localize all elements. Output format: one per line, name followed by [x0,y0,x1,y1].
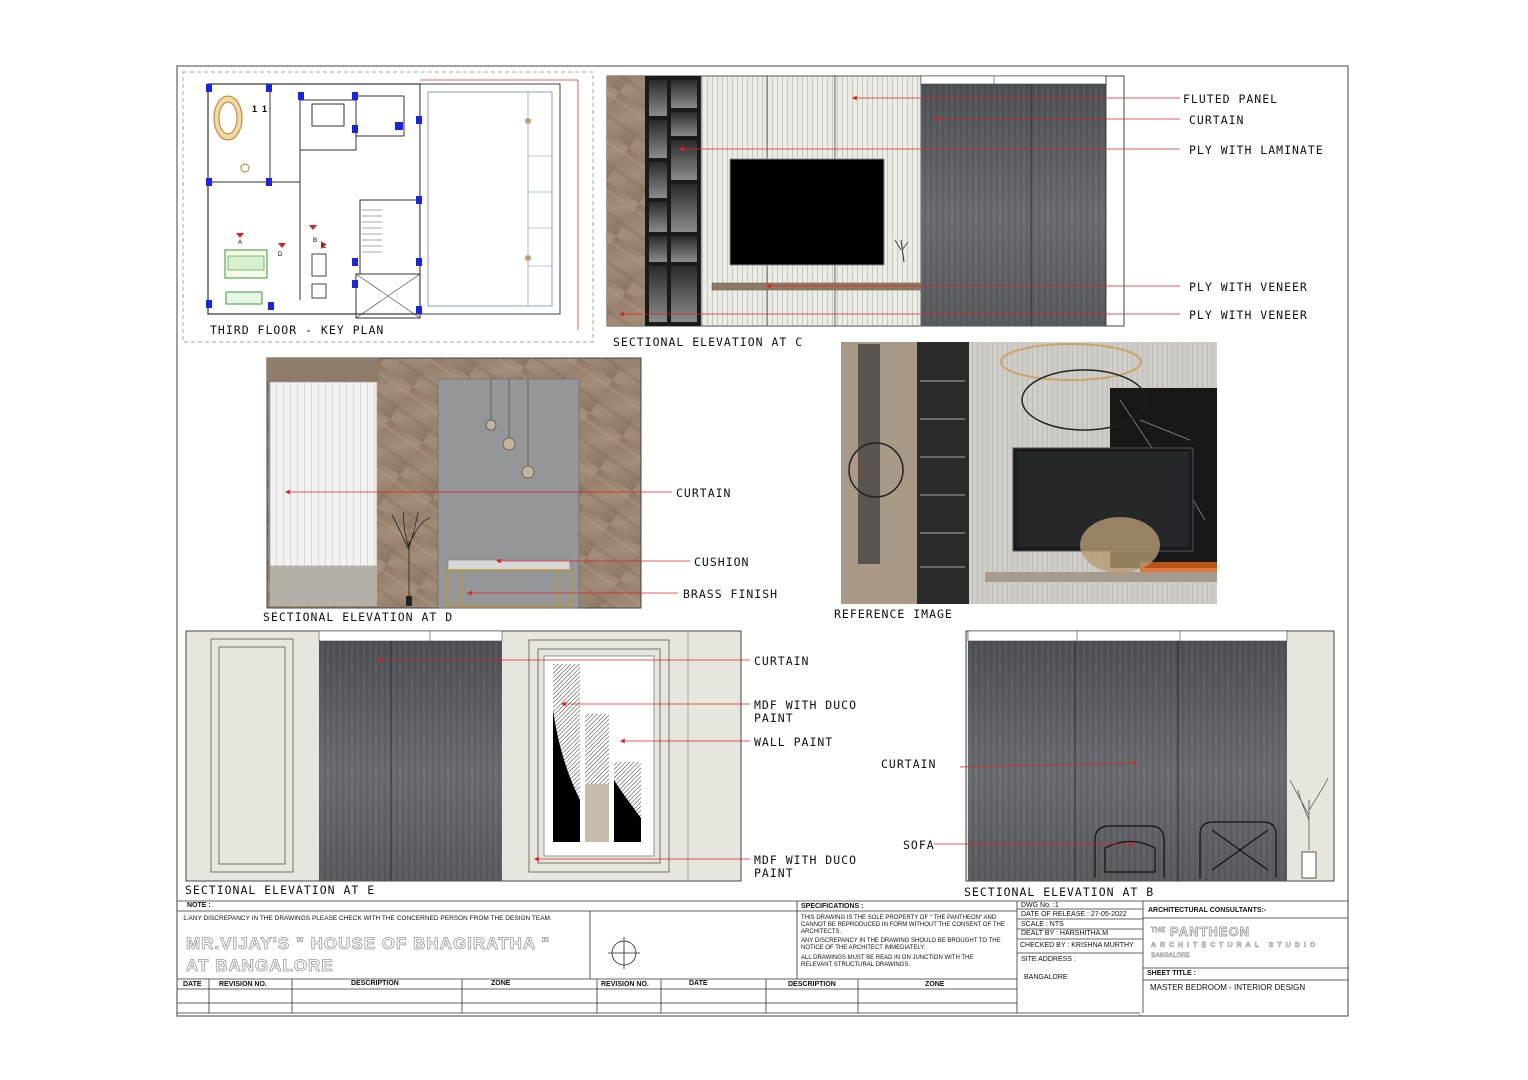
elevation-b-drawing [965,630,1335,882]
spec-3: ALL DRAWINGS MUST BE READ IN ON JUNCTION… [801,955,974,968]
label-ply-laminate: PLY WITH LAMINATE [1189,143,1324,157]
key-plan-drawing: A D B C 1 1 [182,71,594,343]
dealt-by: DEALT BY : HARSHITHA.M [1021,930,1109,937]
svg-text:D: D [278,252,283,258]
spec-2: ANY DISCREPANCY IN THE DRAWING SHOULD BE… [801,938,1001,951]
svg-text:1: 1 [262,104,267,114]
rev-header-date: DATE [183,981,202,988]
project-title-line1: MR.VIJAY'S " HOUSE OF BHAGIRATHA " [186,934,551,954]
label-curtain-e: CURTAIN [754,654,810,668]
label-curtain-c: CURTAIN [1189,113,1245,127]
firm-name: PANTHEON [1170,924,1250,940]
elevation-c-caption: SECTIONAL ELEVATION AT C [613,335,804,349]
reference-image-caption: REFERENCE IMAGE [834,607,953,621]
label-cushion: CUSHION [694,555,750,569]
firm-subtitle: ARCHITECTURAL STUDIO [1151,942,1320,950]
north-symbol [608,937,640,969]
label-curtain-d: CURTAIN [676,486,732,500]
svg-text:B: B [313,238,317,244]
elevation-c-drawing [606,75,1125,327]
note-heading: NOTE : [187,902,211,909]
rev-header-description: DESCRIPTION [351,980,399,987]
label-ply-veneer-2: PLY WITH VENEER [1189,308,1308,322]
svg-text:A: A [238,240,242,246]
note-text: 1.ANY DISCREPANCY IN THE DRAWINGS PLEASE… [183,915,552,922]
rev-header-zone: ZONE [491,980,511,987]
label-mdf-duco-2-paint: PAINT [754,866,794,880]
sheet-title: MASTER BEDROOM - INTERIOR DESIGN [1150,983,1306,992]
site-address-label: SITE ADDRESS : [1021,956,1076,963]
firm-city: BANGALORE [1151,953,1190,959]
elevation-e-drawing [185,630,742,882]
label-sofa: SOFA [903,838,935,852]
specifications-heading: SPECIFICATIONS : [801,903,864,910]
svg-text:1: 1 [252,104,257,114]
consultants-heading: ARCHITECTURAL CONSULTANTS:- [1148,907,1267,914]
label-fluted-panel: FLUTED PANEL [1183,92,1279,106]
elevation-b-caption: SECTIONAL ELEVATION AT B [964,885,1155,899]
rev-header-date-2: DATE [689,980,708,987]
rev-header-revision: REVISION NO. [219,981,267,988]
date-of-release: DATE OF RELEASE : 27-05-2022 [1021,911,1127,918]
site-address: BANGALORE [1024,974,1068,981]
label-brass-finish: BRASS FINISH [683,587,779,601]
reference-image-graphic [841,342,1217,604]
label-mdf-duco-2: MDF WITH DUCO [754,853,858,867]
key-plan-caption: THIRD FLOOR - KEY PLAN [210,323,385,337]
svg-text:C: C [322,244,327,250]
rev-header-revision-2: REVISION NO. [601,981,649,988]
project-title-line2: AT BANGALORE [186,956,334,976]
firm-prefix: THE [1151,927,1166,935]
sheet-title-label: SHEET TITLE : [1147,970,1196,977]
label-mdf-duco-1-paint: PAINT [754,711,794,725]
dwg-no: DWG No. :1 [1021,902,1059,909]
elevation-e-caption: SECTIONAL ELEVATION AT E [185,883,376,897]
label-curtain-b: CURTAIN [881,757,937,771]
rev-header-zone-2: ZONE [925,981,945,988]
rev-header-description-2: DESCRIPTION [788,981,836,988]
label-mdf-duco-1: MDF WITH DUCO [754,698,858,712]
scale: SCALE : NTS [1021,921,1064,928]
checked-by: CHECKED BY : KRISHNA MURTHY [1020,942,1134,949]
spec-1: THIS DRAWING IS THE SOLE PROPERTY OF " T… [801,915,1005,935]
elevation-d-caption: SECTIONAL ELEVATION AT D [263,610,454,624]
label-wall-paint: WALL PAINT [754,735,834,749]
label-ply-veneer-1: PLY WITH VENEER [1189,280,1308,294]
elevation-d-drawing [266,357,642,609]
